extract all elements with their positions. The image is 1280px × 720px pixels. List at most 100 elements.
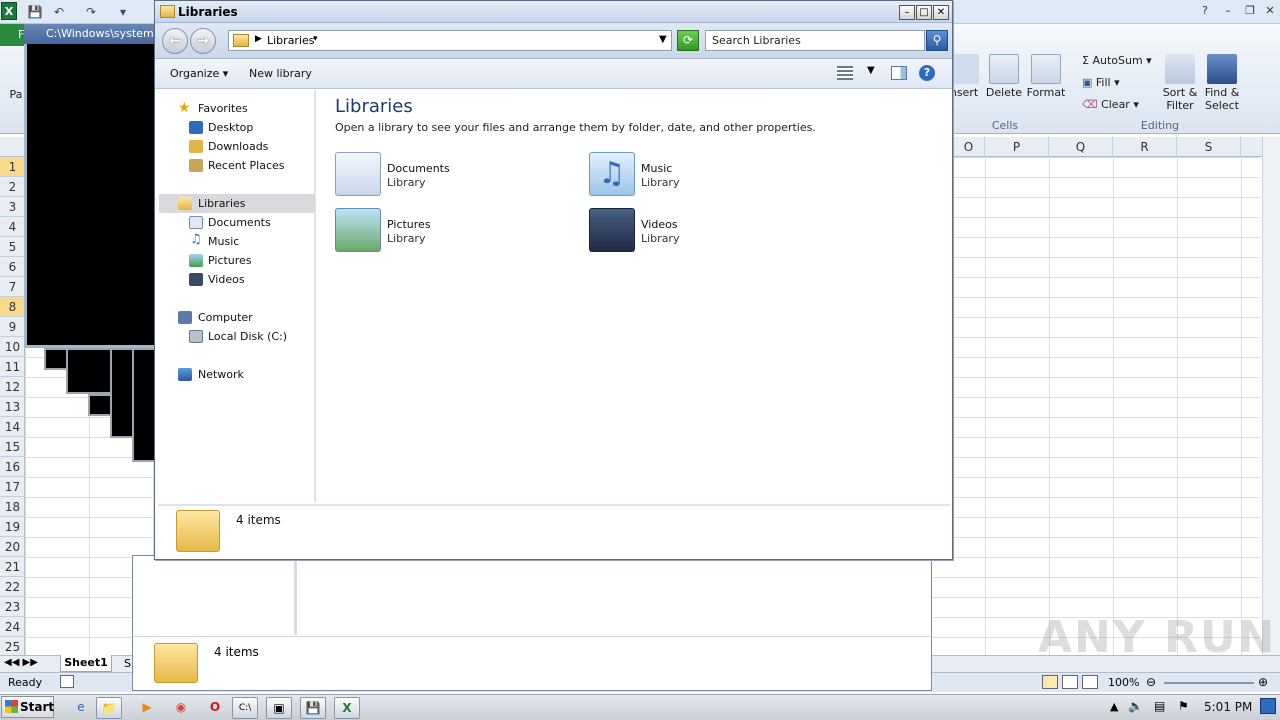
- nav-downloads[interactable]: Downloads: [208, 140, 268, 153]
- redo-icon[interactable]: ↷: [82, 3, 100, 21]
- row-header[interactable]: 9: [0, 317, 25, 337]
- nav-local-disk[interactable]: Local Disk (C:): [208, 330, 287, 343]
- search-icon[interactable]: ⚲: [926, 30, 948, 51]
- maximize-button[interactable]: □: [916, 5, 932, 20]
- help-icon[interactable]: ?: [919, 65, 935, 81]
- row-header[interactable]: 21: [0, 557, 25, 577]
- library-item-videos[interactable]: Videos Library: [589, 208, 809, 256]
- delete-cells-button[interactable]: Delete: [984, 54, 1024, 99]
- nav-recent-places[interactable]: Recent Places: [208, 159, 285, 172]
- nav-music[interactable]: Music: [208, 235, 239, 248]
- nav-videos[interactable]: Videos: [208, 273, 245, 286]
- nav-documents[interactable]: Documents: [208, 216, 271, 229]
- console-taskbar-icon[interactable]: C:\: [232, 697, 258, 719]
- nav-libraries[interactable]: Libraries: [198, 197, 246, 210]
- organize-button[interactable]: Organize ▾: [170, 67, 228, 80]
- internet-explorer-icon[interactable]: e: [68, 697, 94, 719]
- action-center-flag-icon[interactable]: ⚑: [1178, 699, 1189, 713]
- media-player-icon[interactable]: ▶: [134, 697, 160, 719]
- tray-expand-icon[interactable]: ▲: [1110, 700, 1118, 713]
- library-item-pictures[interactable]: Pictures Library: [335, 208, 555, 256]
- file-tab[interactable]: F: [0, 24, 24, 46]
- explorer-taskbar-icon[interactable]: 📁: [96, 697, 122, 719]
- find-select-button[interactable]: Find & Select: [1202, 54, 1242, 112]
- save-taskbar-icon[interactable]: 💾: [300, 697, 326, 719]
- row-header[interactable]: 4: [0, 217, 25, 237]
- window-taskbar-icon[interactable]: ▣: [266, 697, 292, 719]
- undo-icon[interactable]: ↶: [50, 3, 68, 21]
- minimize-button[interactable]: –: [899, 5, 915, 20]
- format-cells-button[interactable]: Format: [1026, 54, 1066, 99]
- row-header[interactable]: 12: [0, 377, 25, 397]
- save-icon[interactable]: 💾: [26, 3, 44, 21]
- help-icon[interactable]: ?: [1195, 2, 1215, 20]
- clear-button[interactable]: ⌫ Clear ▾: [1082, 98, 1139, 111]
- row-header[interactable]: 19: [0, 517, 25, 537]
- chrome-icon[interactable]: ◉: [168, 697, 194, 719]
- preview-pane-icon[interactable]: [891, 66, 907, 80]
- breadcrumb-dropdown-icon[interactable]: ▾: [313, 34, 318, 44]
- zoom-in-icon[interactable]: ⊕: [1258, 675, 1268, 689]
- close-icon[interactable]: ✕: [1260, 2, 1280, 20]
- row-header[interactable]: 11: [0, 357, 25, 377]
- sheet-tab-next[interactable]: S: [124, 657, 131, 670]
- console-title[interactable]: C:\Windows\system: [24, 24, 158, 44]
- forward-button[interactable]: →: [190, 28, 216, 54]
- volume-icon[interactable]: 🔈: [1128, 699, 1143, 713]
- page-break-view-icon[interactable]: [1082, 675, 1098, 689]
- restore-icon[interactable]: ❐: [1240, 2, 1260, 20]
- libraries-title-bar[interactable]: – □ ✕: [155, 1, 952, 23]
- row-header[interactable]: 5: [0, 237, 25, 257]
- sheet-nav-arrows-icon[interactable]: ◀◀ ▶▶: [4, 657, 38, 668]
- console-window[interactable]: [24, 24, 158, 348]
- row-header[interactable]: 17: [0, 477, 25, 497]
- breadcrumb-libraries[interactable]: Libraries: [267, 34, 315, 47]
- row-header[interactable]: 20: [0, 537, 25, 557]
- nav-network[interactable]: Network: [198, 368, 244, 381]
- row-header[interactable]: 2: [0, 177, 25, 197]
- back-button[interactable]: ←: [162, 28, 188, 54]
- change-view-icon[interactable]: [837, 66, 853, 80]
- row-header[interactable]: 16: [0, 457, 25, 477]
- zoom-level[interactable]: 100%: [1108, 676, 1139, 689]
- library-item-documents[interactable]: Documents Library: [335, 152, 555, 200]
- row-header[interactable]: 10: [0, 337, 25, 357]
- column-header[interactable]: O: [953, 137, 985, 157]
- row-header[interactable]: 18: [0, 497, 25, 517]
- sheet-tab-sheet1[interactable]: Sheet1: [60, 655, 112, 672]
- row-header[interactable]: 8: [0, 297, 25, 317]
- opera-icon[interactable]: O: [202, 697, 228, 719]
- nav-computer[interactable]: Computer: [198, 311, 253, 324]
- view-dropdown-icon[interactable]: ▼: [867, 65, 875, 76]
- page-layout-view-icon[interactable]: [1062, 675, 1078, 689]
- fill-button[interactable]: ▣ Fill ▾: [1082, 76, 1120, 89]
- paste-label[interactable]: Pa: [8, 88, 24, 101]
- start-button[interactable]: Start: [1, 696, 54, 718]
- row-header[interactable]: 3: [0, 197, 25, 217]
- clock[interactable]: 5:01 PM: [1204, 700, 1252, 714]
- show-desktop-icon[interactable]: [1260, 698, 1276, 714]
- search-input[interactable]: Search Libraries: [705, 30, 925, 51]
- customize-qat-icon[interactable]: ▾: [114, 3, 132, 21]
- row-header[interactable]: 22: [0, 577, 25, 597]
- column-header[interactable]: P: [985, 137, 1049, 157]
- nav-pictures[interactable]: Pictures: [208, 254, 252, 267]
- nav-favorites[interactable]: Favorites: [198, 102, 248, 115]
- new-library-button[interactable]: New library: [249, 67, 312, 80]
- address-bar[interactable]: ▶ Libraries ▾ ▼: [228, 30, 672, 51]
- refresh-button[interactable]: ⟳: [677, 30, 699, 51]
- column-header[interactable]: S: [1177, 137, 1241, 157]
- library-item-music[interactable]: ♫ Music Library: [589, 152, 809, 200]
- column-header[interactable]: Q: [1049, 137, 1113, 157]
- row-header[interactable]: 14: [0, 417, 25, 437]
- row-header[interactable]: 25: [0, 637, 25, 657]
- network-tray-icon[interactable]: ▤: [1154, 699, 1165, 713]
- excel-taskbar-icon[interactable]: X: [334, 697, 360, 719]
- normal-view-icon[interactable]: [1042, 675, 1058, 689]
- row-header[interactable]: 15: [0, 437, 25, 457]
- zoom-out-icon[interactable]: ⊖: [1146, 675, 1156, 689]
- close-button[interactable]: ✕: [933, 5, 949, 20]
- row-header[interactable]: 6: [0, 257, 25, 277]
- macro-record-icon[interactable]: [60, 675, 74, 688]
- row-header[interactable]: 1: [0, 157, 25, 177]
